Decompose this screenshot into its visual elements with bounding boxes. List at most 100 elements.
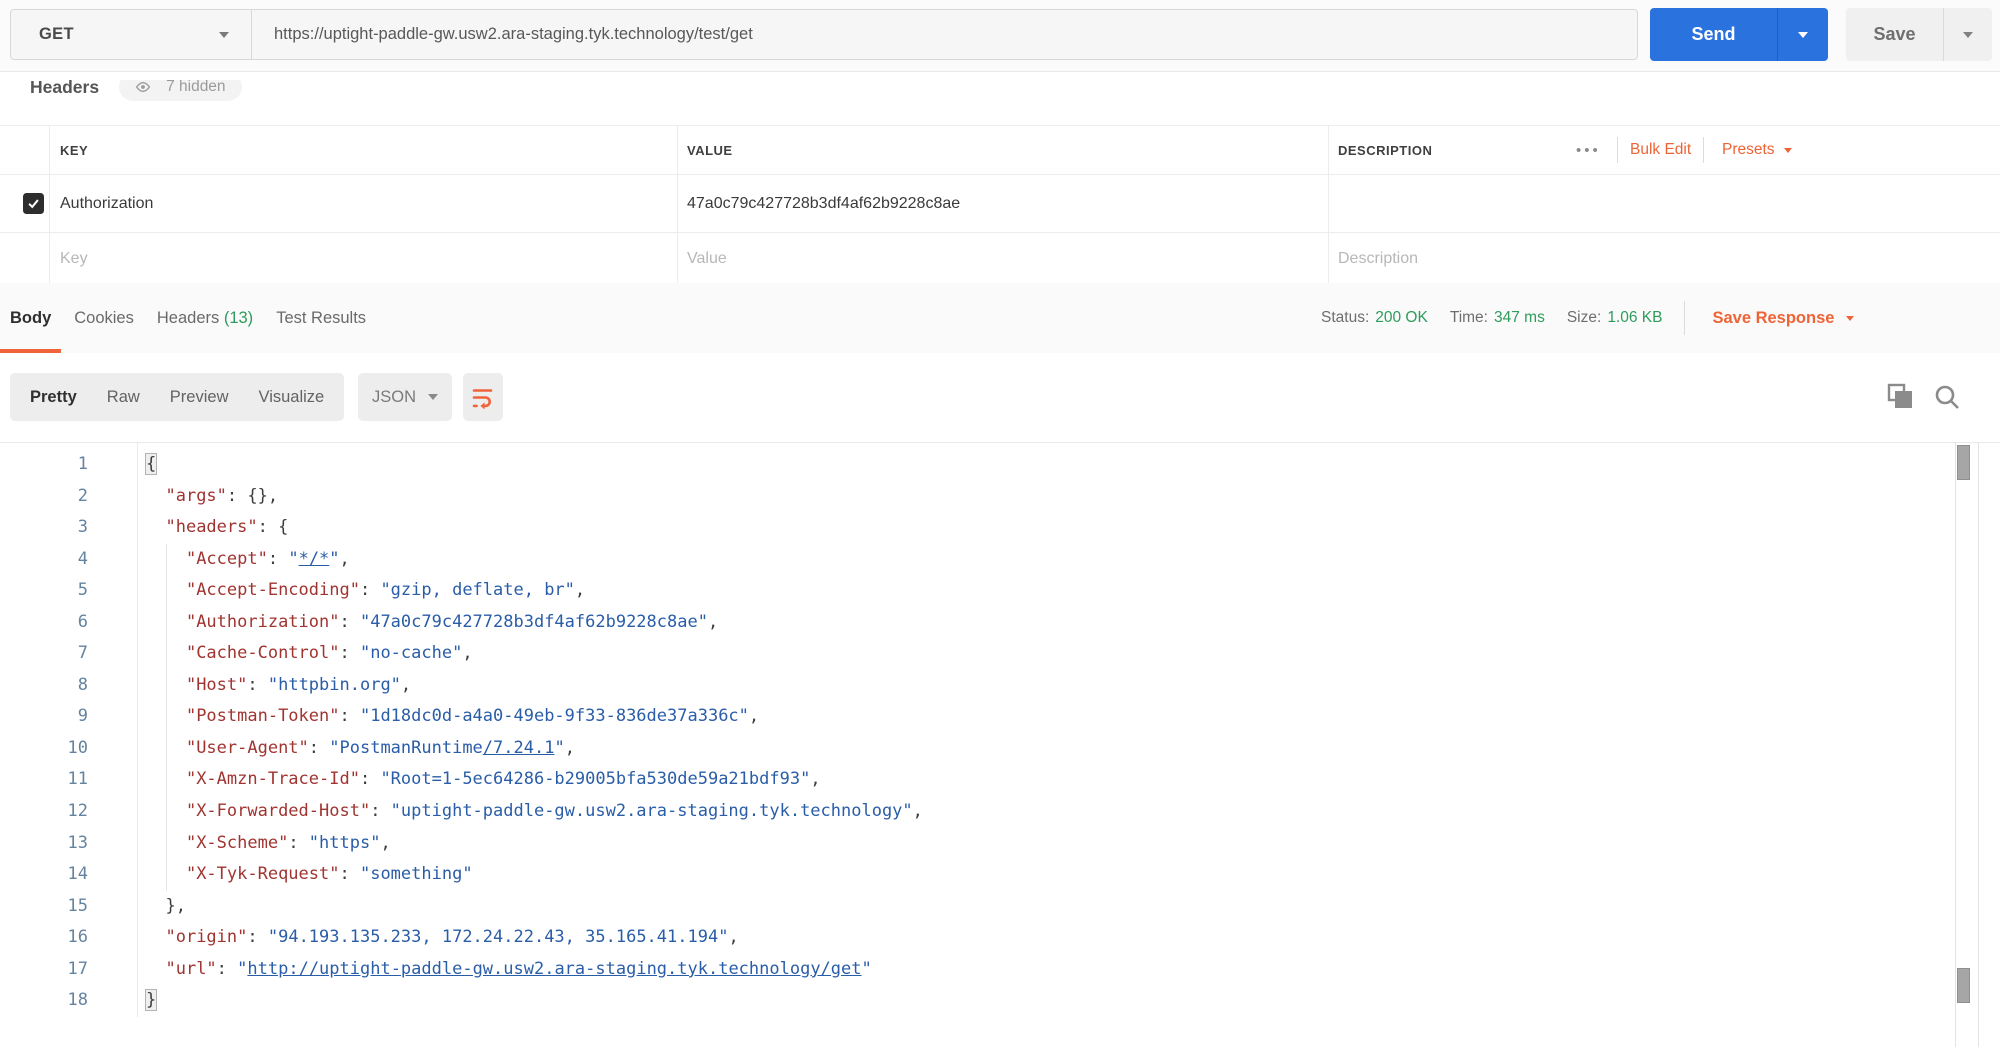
- headers-table-header: KEY VALUE DESCRIPTION ••• Bulk Edit Pres…: [0, 125, 2000, 175]
- key-input-placeholder[interactable]: Key: [60, 233, 88, 285]
- line-content: "args": {},: [145, 481, 278, 513]
- code-line: 2 "args": {},: [0, 481, 2000, 513]
- code-line: 11 "X-Amzn-Trace-Id": "Root=1-5ec64286-b…: [0, 764, 2000, 796]
- save-button-group: Save: [1846, 8, 1992, 61]
- check-icon: [26, 196, 41, 211]
- line-content: "X-Tyk-Request": "something": [145, 859, 473, 891]
- wrap-lines-button[interactable]: [463, 373, 503, 421]
- view-tab-visualize[interactable]: Visualize: [243, 373, 339, 421]
- url-input[interactable]: https://uptight-paddle-gw.usw2.ara-stagi…: [252, 10, 1637, 59]
- code-line: 8 "Host": "httpbin.org",: [0, 670, 2000, 702]
- line-number: 11: [0, 764, 88, 796]
- line-number: 1: [0, 449, 88, 481]
- save-options-button[interactable]: [1943, 8, 1992, 61]
- method-dropdown[interactable]: GET: [11, 10, 252, 59]
- code-line: 3 "headers": {: [0, 512, 2000, 544]
- scrollbar-thumb[interactable]: [1957, 968, 1970, 1003]
- headers-section-title: Headers: [30, 80, 99, 98]
- view-mode-tabs: PrettyRawPreviewVisualize: [10, 373, 344, 421]
- send-button-group: Send: [1650, 8, 1828, 61]
- column-header-value: VALUE: [687, 126, 733, 174]
- save-response-dropdown[interactable]: Save Response: [1712, 309, 1854, 328]
- line-number: 14: [0, 859, 88, 891]
- chevron-down-icon: [1798, 32, 1808, 38]
- row-enabled-checkbox[interactable]: [23, 193, 44, 214]
- code-line: 1{: [0, 449, 2000, 481]
- tab-label: Body: [10, 309, 51, 328]
- copy-icon: [1886, 382, 1916, 412]
- line-number: 8: [0, 670, 88, 702]
- tab-label: Headers: [157, 309, 219, 328]
- method-url-group: GET https://uptight-paddle-gw.usw2.ara-s…: [10, 9, 1638, 60]
- chevron-down-icon: [219, 32, 229, 38]
- chevron-down-icon: [1846, 316, 1854, 321]
- hidden-headers-toggle[interactable]: 7 hidden: [119, 80, 241, 101]
- headers-section-label-row: Headers 7 hidden: [0, 80, 2000, 106]
- response-meta-band: Body Cookies Headers (13)Test Results Stat…: [0, 283, 2000, 354]
- code-line: 4 "Accept": "*/*",: [0, 544, 2000, 576]
- code-line: 9 "Postman-Token": "1d18dc0d-a4a0-49eb-9…: [0, 701, 2000, 733]
- headers-table: KEY VALUE DESCRIPTION ••• Bulk Edit Pres…: [0, 125, 2000, 286]
- code-line: 10 "User-Agent": "PostmanRuntime/7.24.1"…: [0, 733, 2000, 765]
- wrap-text-icon: [470, 384, 496, 410]
- code-line: 6 "Authorization": "47a0c79c427728b3df4a…: [0, 607, 2000, 639]
- header-key-cell[interactable]: Authorization: [60, 175, 153, 232]
- divider: [1617, 137, 1618, 163]
- method-value: GET: [39, 25, 74, 44]
- response-body-editor[interactable]: 1{2 "args": {},3 "headers": {4 "Accept":…: [0, 442, 2000, 1047]
- column-divider: [677, 126, 678, 174]
- presets-dropdown[interactable]: Presets: [1722, 126, 1792, 174]
- send-options-button[interactable]: [1777, 8, 1828, 61]
- response-tab-cookies[interactable]: Cookies: [64, 283, 144, 353]
- header-row-empty: Key Value Description: [0, 233, 2000, 286]
- code-line: 15 },: [0, 891, 2000, 923]
- status-label: Status:: [1321, 309, 1369, 327]
- response-tab-headers[interactable]: Headers (13): [147, 283, 263, 353]
- code-line: 12 "X-Forwarded-Host": "uptight-paddle-g…: [0, 796, 2000, 828]
- bulk-edit-button[interactable]: Bulk Edit: [1630, 126, 1691, 174]
- line-content: "X-Scheme": "https",: [145, 828, 391, 860]
- line-number: 10: [0, 733, 88, 765]
- search-button[interactable]: [1932, 382, 1962, 417]
- save-button[interactable]: Save: [1846, 8, 1943, 61]
- response-tab-test-results[interactable]: Test Results: [266, 283, 376, 353]
- scrollbar-thumb[interactable]: [1957, 445, 1970, 480]
- code-line: 7 "Cache-Control": "no-cache",: [0, 638, 2000, 670]
- time-value: 347 ms: [1494, 309, 1545, 327]
- line-content: "Authorization": "47a0c79c427728b3df4af6…: [145, 607, 718, 639]
- size-value: 1.06 KB: [1607, 309, 1662, 327]
- line-content: "X-Amzn-Trace-Id": "Root=1-5ec64286-b290…: [145, 764, 821, 796]
- copy-button[interactable]: [1886, 382, 1916, 417]
- chevron-down-icon: [1963, 32, 1973, 38]
- column-divider: [49, 233, 50, 285]
- column-divider: [49, 175, 50, 232]
- view-tab-raw[interactable]: Raw: [92, 373, 155, 421]
- view-tab-pretty[interactable]: Pretty: [15, 373, 92, 421]
- line-content: "headers": {: [145, 512, 288, 544]
- line-content: "Host": "httpbin.org",: [145, 670, 411, 702]
- line-number: 6: [0, 607, 88, 639]
- scrollbar-track[interactable]: [1955, 443, 1979, 1047]
- line-content: {: [145, 449, 157, 481]
- value-input-placeholder[interactable]: Value: [687, 233, 727, 285]
- response-tab-body[interactable]: Body: [0, 283, 61, 353]
- code-line: 17 "url": "http://uptight-paddle-gw.usw2…: [0, 954, 2000, 986]
- description-input-placeholder[interactable]: Description: [1338, 233, 1418, 285]
- divider: [1703, 137, 1704, 163]
- column-divider: [677, 233, 678, 285]
- format-dropdown[interactable]: JSON: [358, 373, 452, 421]
- line-number: 16: [0, 922, 88, 954]
- line-content: "origin": "94.193.135.233, 172.24.22.43,…: [145, 922, 739, 954]
- response-tabs: Body Cookies Headers (13)Test Results: [0, 283, 379, 353]
- line-content: "Cache-Control": "no-cache",: [145, 638, 473, 670]
- tab-label: Cookies: [74, 309, 134, 328]
- header-value-cell[interactable]: 47a0c79c427728b3df4af62b9228c8ae: [687, 175, 960, 232]
- size-label: Size:: [1567, 309, 1601, 327]
- more-options-icon[interactable]: •••: [1576, 126, 1601, 174]
- column-divider: [1328, 233, 1329, 285]
- line-content: "Accept": "*/*",: [145, 544, 350, 576]
- send-button[interactable]: Send: [1650, 8, 1777, 61]
- line-number: 2: [0, 481, 88, 513]
- column-divider: [1328, 175, 1329, 232]
- view-tab-preview[interactable]: Preview: [155, 373, 244, 421]
